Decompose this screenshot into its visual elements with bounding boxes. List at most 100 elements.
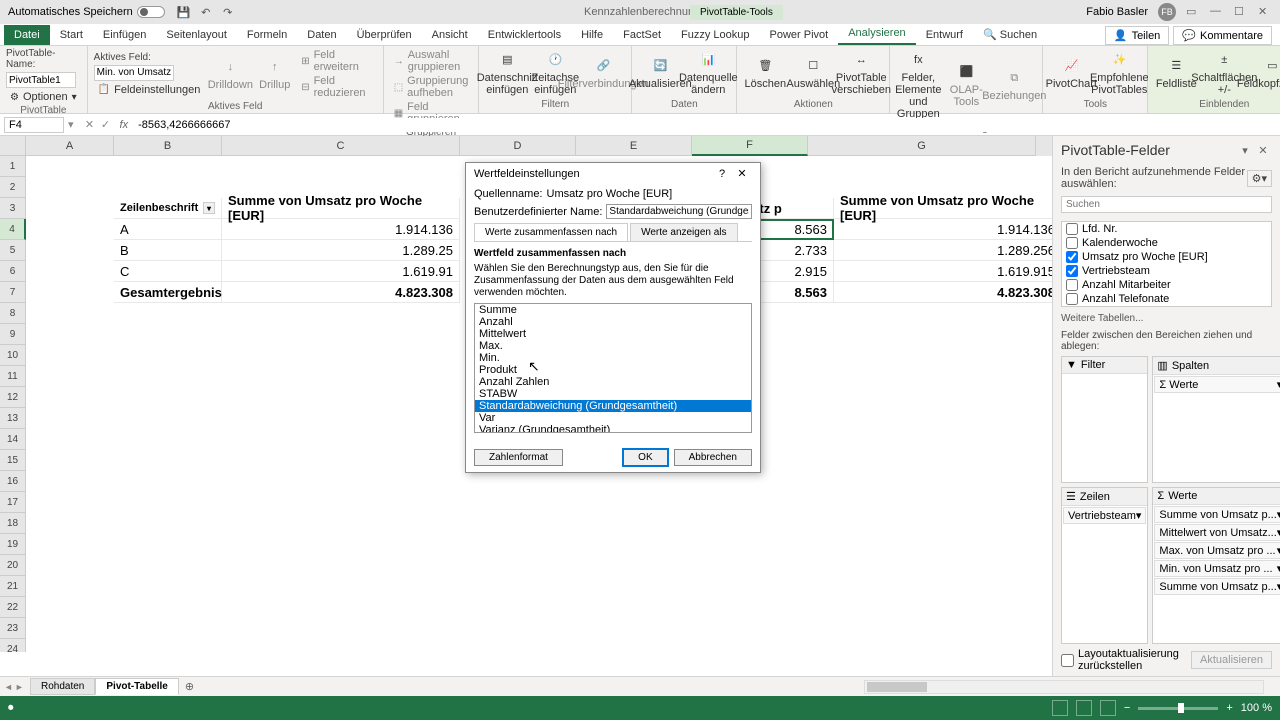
fx-icon[interactable]: fx	[114, 119, 135, 131]
number-format-button[interactable]: Zahlenformat	[474, 449, 563, 466]
row-header[interactable]: 7	[0, 282, 26, 303]
col-header-d[interactable]: D	[460, 136, 576, 156]
autosave-toggle[interactable]	[137, 6, 165, 18]
cancel-button[interactable]: Abbrechen	[674, 449, 752, 466]
row-header[interactable]: 4	[0, 219, 26, 240]
col-header-b[interactable]: B	[114, 136, 222, 156]
zoom-slider[interactable]	[1138, 707, 1218, 710]
add-sheet-icon[interactable]: ⊕	[179, 678, 200, 695]
tab-seitenlayout[interactable]: Seitenlayout	[156, 25, 237, 45]
calc-option[interactable]: Min.	[475, 352, 751, 364]
row-header[interactable]: 2	[0, 177, 26, 198]
cell-c5[interactable]: 1.289.25	[222, 240, 460, 261]
defer-layout-checkbox[interactable]	[1061, 654, 1074, 667]
calc-option[interactable]: Summe	[475, 304, 751, 316]
field-checkbox[interactable]	[1066, 223, 1078, 235]
area-item[interactable]: Summe von Umsatz p...▾	[1154, 506, 1280, 523]
slicer-button[interactable]: ▤Datenschnitt einfügen	[485, 48, 529, 98]
row-header[interactable]: 22	[0, 597, 26, 618]
calc-option[interactable]: Max.	[475, 340, 751, 352]
tab-formeln[interactable]: Formeln	[237, 25, 297, 45]
field-settings-button[interactable]: 📋 Feldeinstellungen	[94, 83, 205, 97]
sheet-nav-prev-icon[interactable]: ◄	[4, 682, 13, 692]
redo-icon[interactable]: ↷	[221, 5, 235, 19]
field-item[interactable]: Vertriebsteam	[1062, 264, 1271, 278]
row-header[interactable]: 11	[0, 366, 26, 387]
fb-cancel-icon[interactable]: ✕	[82, 118, 98, 131]
col-header-g[interactable]: G	[808, 136, 1036, 156]
page-break-view-icon[interactable]	[1100, 700, 1116, 716]
move-button[interactable]: ↔PivotTable verschieben	[839, 48, 883, 98]
pivotchart-button[interactable]: 📈PivotChart	[1049, 54, 1093, 92]
area-item[interactable]: Mittelwert von Umsatz...▾	[1154, 524, 1280, 541]
calc-option[interactable]: Varianz (Grundgesamtheit)	[475, 424, 751, 433]
page-layout-view-icon[interactable]	[1076, 700, 1092, 716]
col-header-a[interactable]: A	[26, 136, 114, 156]
calc-option[interactable]: Var	[475, 412, 751, 424]
field-checkbox[interactable]	[1066, 293, 1078, 305]
cell-g4[interactable]: 1.914.136	[834, 219, 1062, 240]
tab-powerpivot[interactable]: Power Pivot	[760, 25, 839, 45]
save-icon[interactable]: 💾	[177, 5, 191, 19]
row-header[interactable]: 3	[0, 198, 26, 219]
cell-b7[interactable]: Gesamtergebnis	[114, 282, 222, 303]
field-headers-button[interactable]: ▭Feldkopfzeilen	[1250, 54, 1280, 92]
row-header[interactable]: 19	[0, 534, 26, 555]
recommended-button[interactable]: ✨Empfohlene PivotTables	[1097, 48, 1141, 98]
sheet-tab-pivot[interactable]: Pivot-Tabelle	[95, 678, 179, 695]
row-header[interactable]: 16	[0, 471, 26, 492]
calc-option[interactable]: STABW	[475, 388, 751, 400]
calc-option[interactable]: Standardabweichung (Grundgesamtheit)	[475, 400, 751, 412]
filter-area[interactable]: ▼Filter	[1061, 356, 1148, 483]
field-checkbox[interactable]	[1066, 279, 1078, 291]
cell-c7[interactable]: 4.823.308	[222, 282, 460, 303]
cell-c3[interactable]: Summe von Umsatz pro Woche [EUR]	[222, 198, 460, 219]
filter-conn-button[interactable]: 🔗Filterverbindungen	[581, 54, 625, 92]
share-button[interactable]: 👤 Teilen	[1105, 26, 1169, 45]
row-header[interactable]: 21	[0, 576, 26, 597]
fb-enter-icon[interactable]: ✓	[98, 118, 114, 131]
sheet-tab-rohdaten[interactable]: Rohdaten	[30, 678, 95, 695]
cell-g7[interactable]: 4.823.308	[834, 282, 1062, 303]
filter-dropdown-icon[interactable]: ▾	[203, 202, 215, 214]
row-header[interactable]: 13	[0, 408, 26, 429]
field-search-input[interactable]	[1061, 196, 1272, 213]
name-box[interactable]	[4, 117, 64, 133]
col-header-f[interactable]: F	[692, 136, 808, 156]
pt-name-input[interactable]	[6, 72, 76, 88]
calc-fields-button[interactable]: fxFelder, Elemente und Gruppen	[896, 48, 940, 122]
tab-file[interactable]: Datei	[4, 25, 50, 45]
col-header-c[interactable]: C	[222, 136, 460, 156]
field-item[interactable]: Umsatz pro Woche [EUR]	[1062, 250, 1271, 264]
pane-options-icon[interactable]: ▾	[1236, 144, 1254, 157]
tab-start[interactable]: Start	[50, 25, 93, 45]
tab-entwurf[interactable]: Entwurf	[916, 25, 973, 45]
row-header[interactable]: 23	[0, 618, 26, 639]
ok-button[interactable]: OK	[623, 449, 667, 466]
cell-b6[interactable]: C	[114, 261, 222, 282]
calc-option[interactable]: Anzahl Zahlen	[475, 376, 751, 388]
tab-hilfe[interactable]: Hilfe	[571, 25, 613, 45]
tab-fuzzy[interactable]: Fuzzy Lookup	[671, 25, 759, 45]
row-header[interactable]: 6	[0, 261, 26, 282]
row-header[interactable]: 14	[0, 429, 26, 450]
tab-factset[interactable]: FactSet	[613, 25, 671, 45]
area-item-dropdown-icon[interactable]: ▾	[1136, 509, 1142, 522]
field-checkbox[interactable]	[1066, 251, 1078, 263]
zoom-out-icon[interactable]: −	[1124, 702, 1130, 714]
drillup-button[interactable]: ↑Drillup	[256, 55, 293, 93]
horizontal-scrollbar[interactable]	[864, 680, 1264, 694]
cell-b5[interactable]: B	[114, 240, 222, 261]
update-button[interactable]: Aktualisieren	[1191, 651, 1272, 669]
tab-einfugen[interactable]: Einfügen	[93, 25, 156, 45]
cell-c4[interactable]: 1.914.136	[222, 219, 460, 240]
change-source-button[interactable]: 📊Datenquelle ändern	[686, 48, 730, 98]
pane-close-icon[interactable]: ✕	[1254, 144, 1272, 157]
rows-area[interactable]: ☰Zeilen Vertriebsteam▾	[1061, 487, 1148, 644]
comments-button[interactable]: 💬 Kommentare	[1173, 26, 1272, 45]
area-item[interactable]: Summe von Umsatz p...▾	[1154, 578, 1280, 595]
cell-c6[interactable]: 1.619.91	[222, 261, 460, 282]
area-item[interactable]: Σ Werte▾	[1154, 376, 1280, 393]
ungroup-button[interactable]: ⬚ Gruppierung aufheben	[390, 74, 473, 100]
olap-button[interactable]: ⬛OLAP-Tools	[944, 60, 988, 110]
